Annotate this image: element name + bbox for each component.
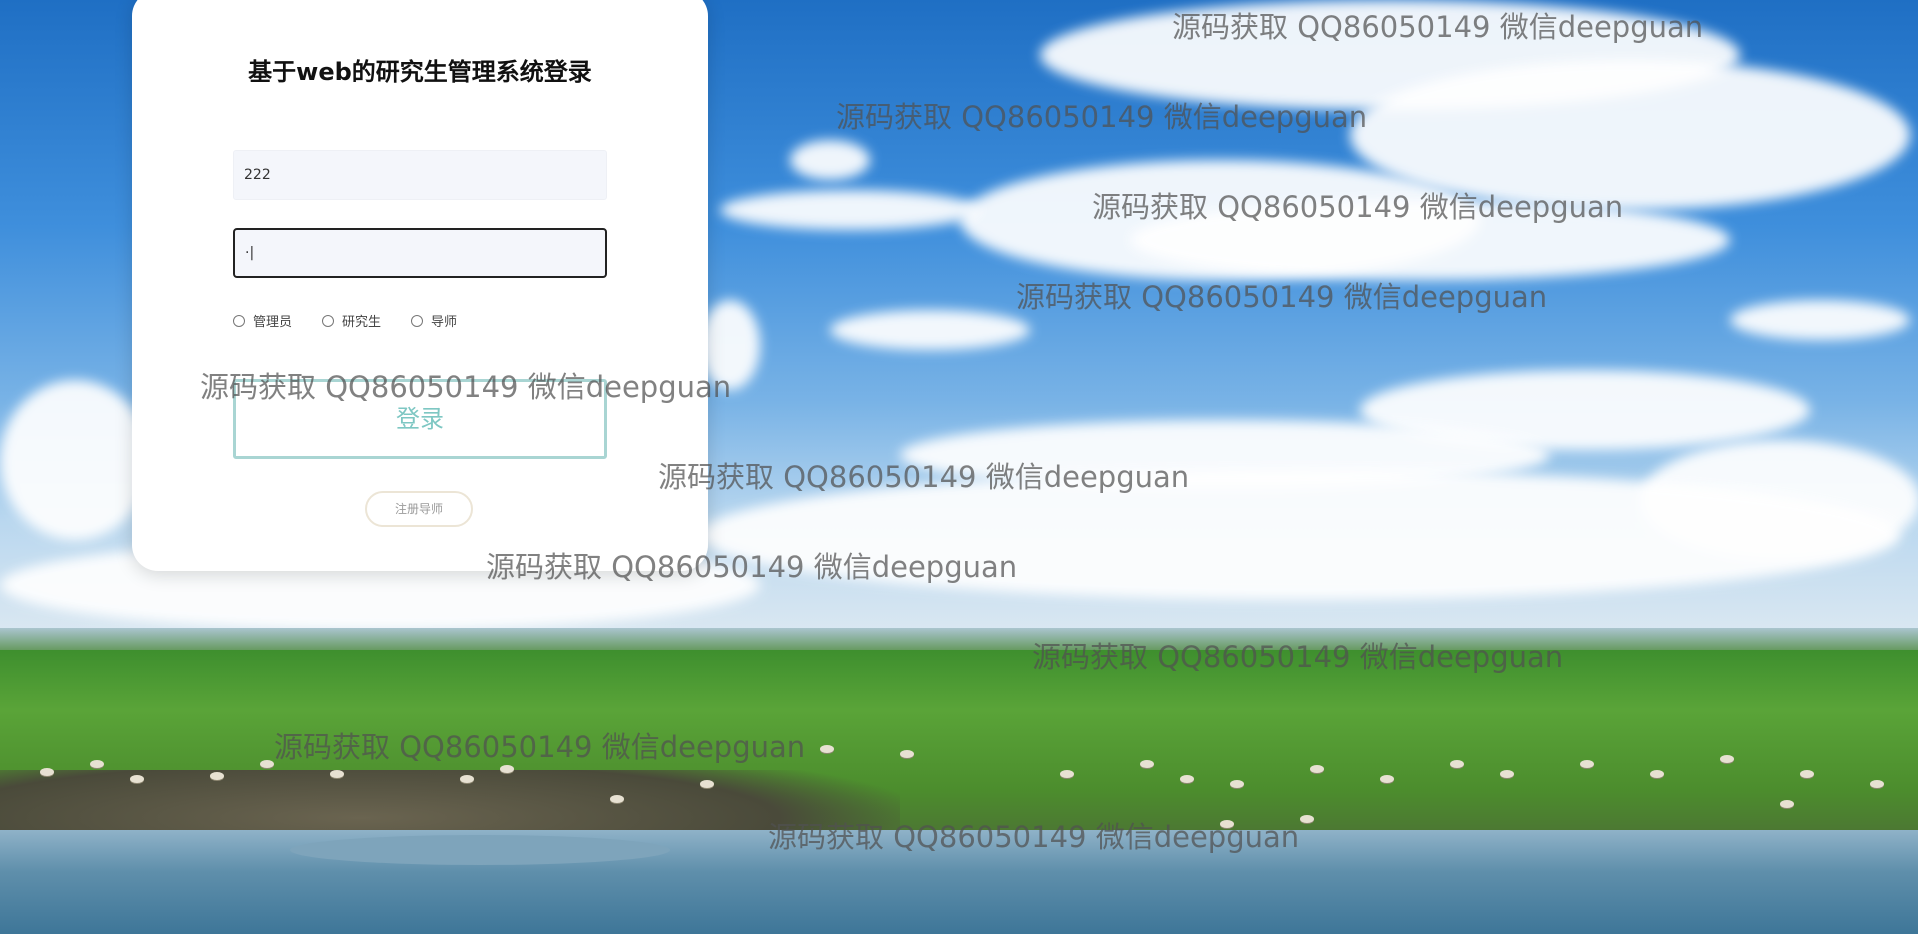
sheep	[40, 768, 54, 776]
cloud	[700, 470, 1900, 600]
sheep	[1220, 820, 1234, 828]
radio-icon[interactable]	[411, 314, 424, 327]
sheep	[820, 745, 834, 753]
role-label-student: 研究生	[342, 315, 382, 330]
sheep	[130, 775, 144, 783]
role-option-admin[interactable]: 管理员	[233, 311, 292, 330]
sheep	[260, 760, 274, 768]
sheep	[1500, 770, 1514, 778]
cloud	[830, 310, 1030, 350]
sheep	[1310, 765, 1324, 773]
sheep	[1230, 780, 1244, 788]
sheep	[1060, 770, 1074, 778]
login-card: 基于web的研究生管理系统登录 222 ·| 管理员 研究生 导师 登录 注册导…	[132, 0, 708, 571]
sheep	[210, 772, 224, 780]
sheep	[1380, 775, 1394, 783]
sheep	[1800, 770, 1814, 778]
sheep	[900, 750, 914, 758]
username-input[interactable]: 222	[233, 150, 607, 200]
cloud	[1730, 300, 1910, 340]
sheep	[1300, 815, 1314, 823]
role-option-student[interactable]: 研究生	[322, 311, 381, 330]
cloud	[0, 380, 150, 540]
sheep	[460, 775, 474, 783]
role-label-admin: 管理员	[253, 315, 293, 330]
sheep	[1780, 800, 1794, 808]
role-label-tutor: 导师	[431, 315, 458, 330]
cloud	[720, 190, 980, 230]
role-selector: 管理员 研究生 导师	[233, 311, 457, 330]
sheep	[1580, 760, 1594, 768]
password-input[interactable]: ·|	[233, 228, 607, 278]
sheep	[1650, 770, 1664, 778]
radio-icon[interactable]	[233, 314, 245, 327]
sheep	[90, 760, 104, 768]
cloud	[700, 300, 760, 390]
login-title: 基于web的研究生管理系统登录	[248, 58, 592, 86]
register-tutor-button[interactable]: 注册导师	[365, 491, 473, 527]
sheep	[1720, 755, 1734, 763]
sheep	[700, 780, 714, 788]
sheep	[1450, 760, 1464, 768]
sheep	[1140, 760, 1154, 768]
sheep	[610, 795, 624, 803]
login-button[interactable]: 登录	[233, 379, 607, 459]
role-option-tutor[interactable]: 导师	[411, 311, 457, 330]
cloud	[1130, 200, 1730, 280]
radio-icon[interactable]	[322, 314, 335, 327]
sheep	[1180, 775, 1194, 783]
sheep	[330, 770, 344, 778]
sheep	[500, 765, 514, 773]
river	[0, 830, 1918, 934]
cloud	[790, 140, 870, 180]
sheep	[1870, 780, 1884, 788]
pond	[290, 835, 670, 865]
